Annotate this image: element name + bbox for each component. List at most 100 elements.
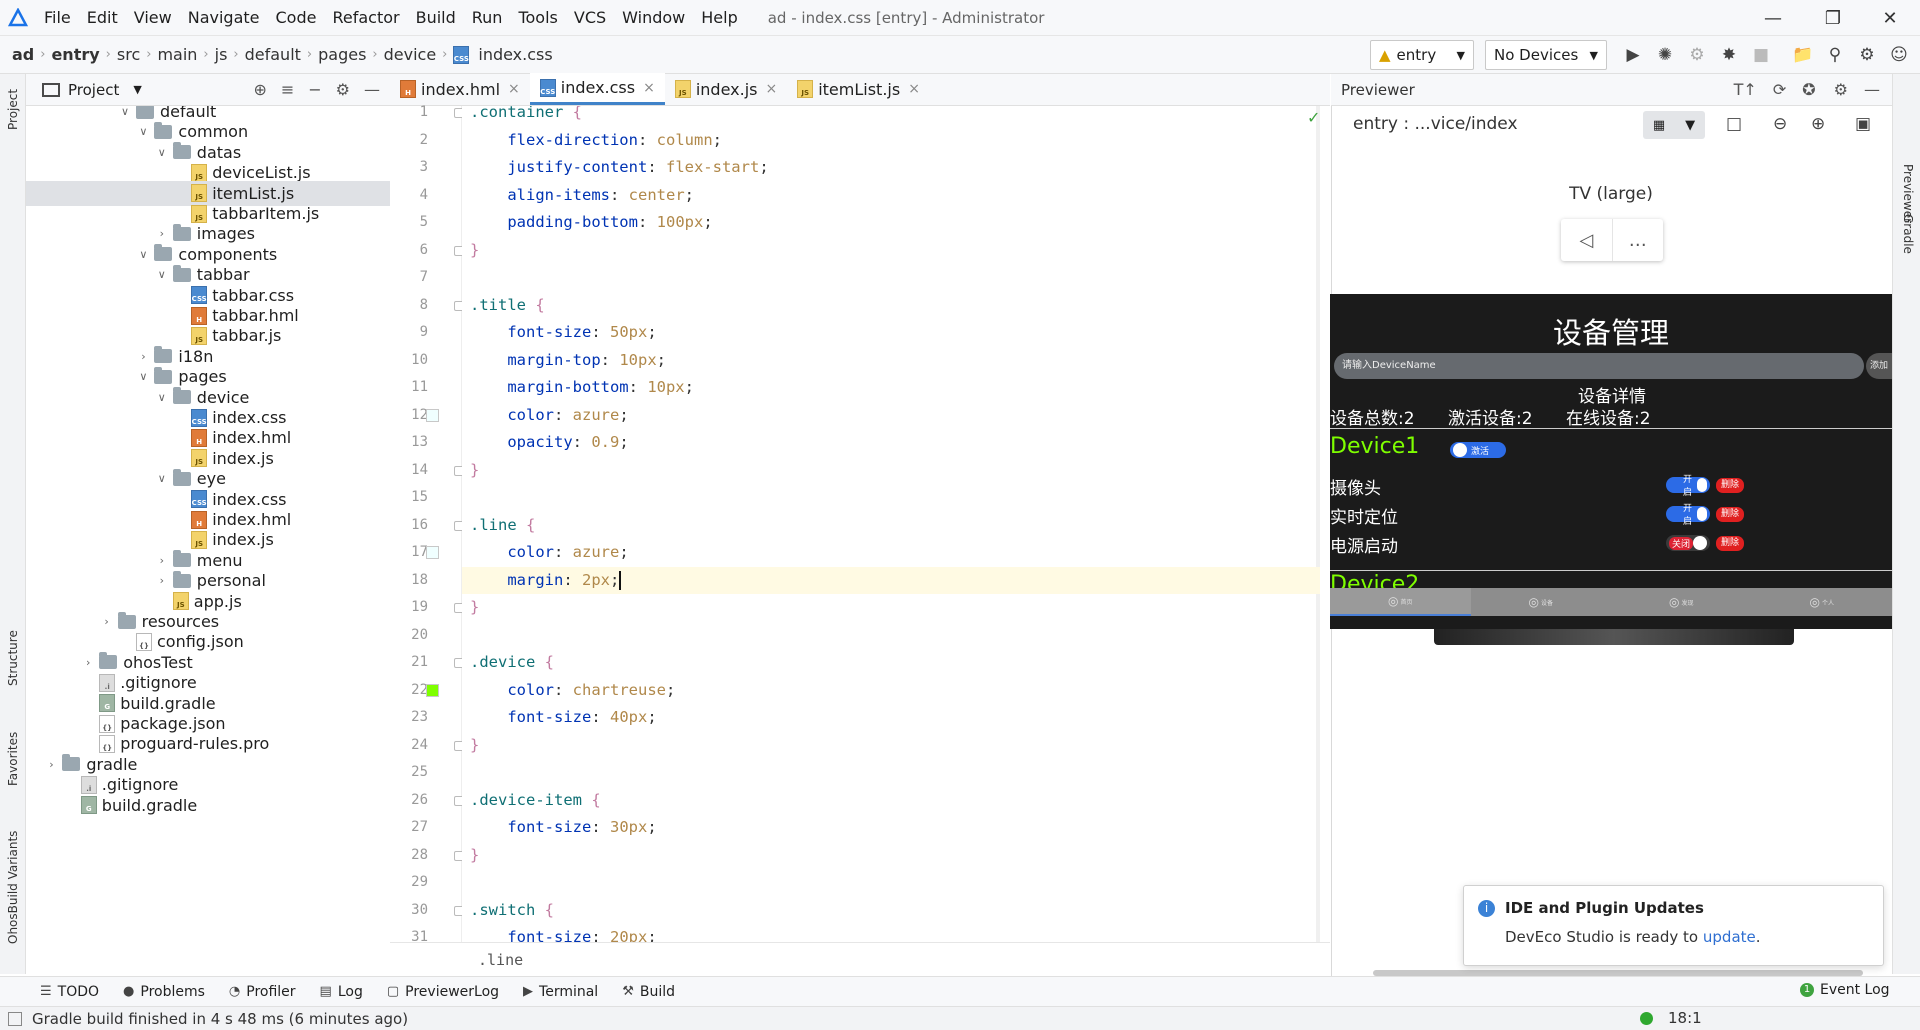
code-editor[interactable]: ✓ .container { flex-direction: column; j… [462,106,1320,942]
code-line[interactable]: justify-content: flex-start; [462,154,1320,182]
breadcrumb-item[interactable]: entry [47,45,103,64]
code-line[interactable]: font-size: 20px; [462,924,1320,942]
update-link[interactable]: update [1703,928,1756,946]
app-tab-3[interactable]: ◎ 个人 [1752,588,1893,616]
menu-window[interactable]: Window [614,8,693,27]
more-icon[interactable]: … [1613,219,1664,261]
chevron-down-icon[interactable]: ∨ [136,370,150,383]
breadcrumb-item[interactable]: pages [314,45,370,64]
update-notification[interactable]: i IDE and Plugin Updates DevEco Studio i… [1463,885,1884,966]
code-line[interactable]: font-size: 30px; [462,814,1320,842]
breadcrumb-item[interactable]: device [380,45,441,64]
chevron-down-icon[interactable]: ∨ [136,125,150,138]
profile-icon[interactable]: ✸ [1716,42,1742,68]
font-size-icon[interactable]: T↑ [1734,80,1757,99]
minimize-button[interactable]: — [1745,0,1801,36]
code-line[interactable]: color: azure; [462,402,1320,430]
color-swatch[interactable] [426,546,439,559]
menu-run[interactable]: Run [464,8,511,27]
project-structure-icon[interactable]: 📁 [1790,42,1816,68]
run-icon[interactable]: ▶ [1620,42,1646,68]
app-add-button[interactable]: 添加 [1866,353,1892,379]
close-icon[interactable]: × [908,81,920,97]
stop-icon[interactable]: ■ [1748,42,1774,68]
breadcrumb-item[interactable]: js [211,45,232,64]
chevron-right-icon[interactable]: › [155,574,169,587]
color-swatch[interactable] [426,408,439,422]
favorites-tool-tab[interactable]: Favorites [6,732,20,786]
code-line[interactable]: font-size: 40px; [462,704,1320,732]
tool-problems[interactable]: ● Problems [123,984,205,1000]
settings-icon[interactable]: ⚙ [1854,42,1880,68]
code-line[interactable] [462,484,1320,512]
project-tool-tab[interactable]: Project [6,89,20,130]
menu-view[interactable]: View [126,8,180,27]
app-item-switch[interactable]: 关闭 [1666,535,1710,551]
menu-edit[interactable]: Edit [79,8,126,27]
search-icon[interactable]: ⚲ [1822,42,1848,68]
close-icon[interactable]: × [643,80,655,96]
code-line[interactable] [462,264,1320,292]
tool-log[interactable]: ▤ Log [320,984,363,1000]
chevron-down-icon[interactable]: ∨ [155,391,169,404]
close-icon[interactable]: × [508,81,520,97]
code-line[interactable] [462,869,1320,897]
code-line[interactable]: } [462,457,1320,485]
gear-icon[interactable]: ⚙ [1834,80,1848,99]
account-icon[interactable]: ☺ [1886,42,1912,68]
chevron-down-icon[interactable]: ∨ [118,106,132,118]
code-line[interactable]: .switch { [462,897,1320,925]
code-line[interactable] [462,759,1320,787]
chevron-right-icon[interactable]: › [81,656,95,669]
close-window-button[interactable]: ✕ [1862,0,1918,36]
gear-icon[interactable]: ⚙ [336,80,350,99]
tab-index-js[interactable]: JS index.js × [665,73,787,105]
code-line[interactable]: } [462,842,1320,870]
code-line[interactable]: flex-direction: column; [462,127,1320,155]
tool-terminal[interactable]: ▶ Terminal [523,984,598,1000]
code-line[interactable]: } [462,732,1320,760]
code-line[interactable]: margin: 2px; [462,566,1320,594]
inspect-icon[interactable]: ✪ [1802,80,1815,99]
code-line[interactable]: margin-bottom: 10px; [462,374,1320,402]
editor-breadcrumb-item[interactable]: .line [478,951,523,969]
chevron-down-icon[interactable]: ∨ [136,248,150,261]
code-line[interactable]: margin-top: 10px; [462,347,1320,375]
caret-position[interactable]: 18:1 [1668,1009,1702,1027]
code-line[interactable] [462,622,1320,650]
close-icon[interactable]: × [765,81,777,97]
chevron-down-icon[interactable]: ▼ [133,83,141,96]
tab-index-css[interactable]: CSS index.css × [529,73,665,105]
event-log-button[interactable]: 1 Event Log [1800,982,1890,998]
menu-file[interactable]: File [36,8,79,27]
code-line[interactable]: font-size: 50px; [462,319,1320,347]
code-line[interactable]: align-items: center; [462,182,1320,210]
tool-profiler[interactable]: ◔ Profiler [229,984,296,1000]
tab-itemlist-js[interactable]: JS itemList.js × [787,73,930,105]
code-line[interactable]: } [462,594,1320,622]
app-search-input[interactable]: 请输入DeviceName [1334,353,1864,379]
chevron-down-icon[interactable]: ∨ [155,268,169,281]
breadcrumb-item[interactable]: default [241,45,305,64]
app-item-switch[interactable]: 开启 [1666,475,1710,498]
module-selector[interactable]: ▲ entry ▼ [1370,40,1474,70]
code-line[interactable]: .device { [462,649,1320,677]
expand-all-icon[interactable]: ≡ [281,80,294,99]
hide-panel-icon[interactable]: — [1864,80,1880,99]
collapse-all-icon[interactable]: − [308,80,321,99]
hide-panel-icon[interactable]: — [364,80,380,99]
code-line[interactable]: .container { [462,106,1320,127]
tool-previewerlog[interactable]: ▢ PreviewerLog [387,984,499,1000]
breadcrumb-item[interactable]: ad [8,45,38,64]
code-line[interactable]: color: azure; [462,539,1320,567]
breadcrumb-item[interactable]: src [113,45,144,64]
code-line[interactable]: opacity: 0.9; [462,429,1320,457]
device-profile-selector[interactable]: ▦ ▼ [1643,111,1705,139]
code-line[interactable]: .device-item { [462,787,1320,815]
menu-navigate[interactable]: Navigate [180,8,268,27]
zoom-in-icon[interactable]: ⊕ [1811,114,1825,134]
gradle-tool-tab[interactable]: Gradle [1901,214,1915,254]
maximize-button[interactable]: ❐ [1805,0,1861,36]
code-line[interactable]: } [462,237,1320,265]
code-line[interactable]: color: chartreuse; [462,677,1320,705]
